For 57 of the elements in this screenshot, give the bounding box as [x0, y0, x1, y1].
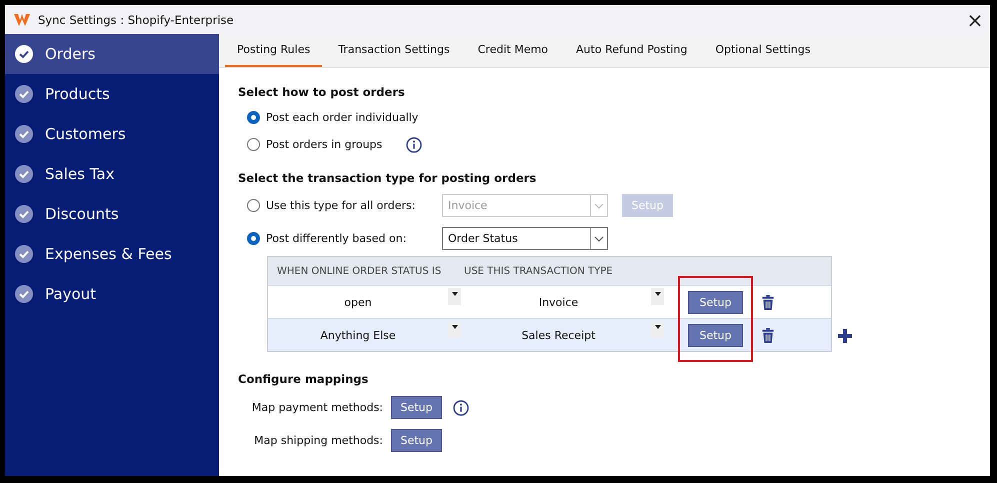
- caret-down-icon: [452, 292, 458, 296]
- tab[interactable]: Auto Refund Posting: [564, 34, 700, 67]
- radio-label: Post orders in groups: [266, 138, 382, 151]
- check-circle-icon: [15, 45, 33, 63]
- caret-down-icon: [654, 292, 660, 296]
- radio-button[interactable]: [247, 111, 260, 124]
- logo-icon: [14, 14, 30, 26]
- close-button[interactable]: ×: [960, 5, 990, 34]
- sidebar-item[interactable]: Customers: [5, 114, 219, 154]
- sidebar-item[interactable]: Payout: [5, 274, 219, 314]
- mapping-label: Map payment methods:: [250, 401, 383, 414]
- check-circle-icon: [15, 165, 33, 183]
- tab[interactable]: Posting Rules: [225, 34, 322, 67]
- setup-button[interactable]: Setup: [391, 396, 442, 419]
- section-heading: Select how to post orders: [238, 85, 406, 99]
- setup-button[interactable]: Setup: [391, 429, 442, 452]
- chevron-down-icon: [594, 236, 604, 242]
- section-heading: Select the transaction type for posting orders: [238, 171, 538, 185]
- caret-down-icon: [452, 325, 458, 329]
- check-circle-icon: [15, 205, 33, 223]
- setup-button[interactable]: Setup: [688, 290, 743, 314]
- sidebar-item[interactable]: Products: [5, 74, 219, 114]
- type-cell[interactable]: Invoice: [466, 296, 651, 308]
- tab[interactable]: Credit Memo: [466, 34, 560, 67]
- check-circle-icon: [15, 125, 33, 143]
- mapping-label: Map shipping methods:: [253, 434, 383, 447]
- tab[interactable]: Transaction Settings: [326, 34, 462, 67]
- type-cell[interactable]: Sales Receipt: [466, 328, 651, 342]
- window-title: Sync Settings : Shopify-Enterprise: [38, 12, 234, 26]
- sidebar-item[interactable]: Sales Tax: [5, 154, 219, 194]
- info-icon[interactable]: [453, 400, 469, 416]
- sidebar-item[interactable]: Orders: [5, 34, 219, 74]
- column-header: USE THIS TRANSACTION TYPE: [463, 266, 614, 276]
- trash-icon[interactable]: [762, 328, 774, 342]
- dropdown[interactable]: Order Status: [442, 227, 608, 250]
- chevron-down-icon: [594, 202, 604, 208]
- status-cell[interactable]: open: [268, 296, 448, 308]
- radio-button[interactable]: [247, 232, 260, 245]
- check-circle-icon: [15, 85, 33, 103]
- add-icon[interactable]: [838, 329, 852, 343]
- sidebar-item[interactable]: Discounts: [5, 194, 219, 234]
- radio-button[interactable]: [247, 138, 260, 151]
- sidebar-item[interactable]: Expenses & Fees: [5, 234, 219, 274]
- setup-button[interactable]: Setup: [688, 324, 743, 346]
- trash-icon[interactable]: [762, 294, 774, 310]
- table-row[interactable]: Anything Else Sales Receipt Setup: [268, 318, 831, 351]
- caret-down-icon: [654, 325, 660, 329]
- section-heading: Configure mappings: [238, 372, 370, 386]
- radio-label: Use this type for all orders:: [266, 199, 416, 212]
- info-icon[interactable]: [406, 136, 422, 152]
- radio-label: Post differently based on:: [266, 232, 408, 245]
- check-circle-icon: [15, 245, 33, 263]
- status-cell[interactable]: Anything Else: [268, 328, 448, 342]
- tab[interactable]: Optional Settings: [703, 34, 822, 67]
- radio-label: Post each order individually: [266, 111, 418, 124]
- column-header: WHEN ONLINE ORDER STATUS IS: [276, 266, 442, 276]
- check-circle-icon: [15, 285, 33, 303]
